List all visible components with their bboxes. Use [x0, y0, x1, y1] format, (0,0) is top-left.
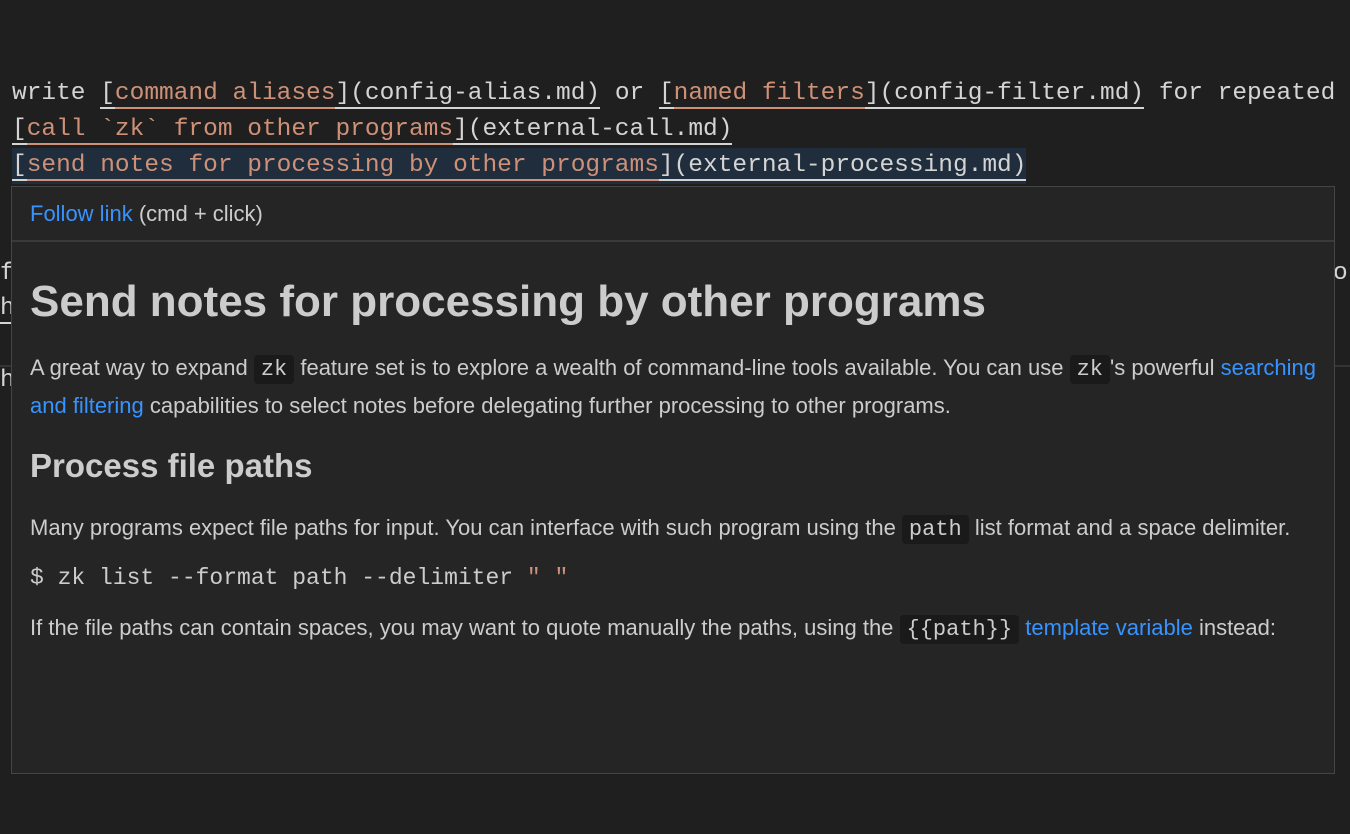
code-block: $ zk list --format path --delimiter " "	[30, 560, 1316, 596]
string-literal: " "	[526, 565, 569, 591]
link-template-variable[interactable]: template variable	[1025, 615, 1193, 640]
inline-code: {{path}}	[899, 615, 1020, 644]
inline-code: zk	[253, 355, 295, 384]
link-target: (config-alias.md)	[350, 80, 601, 107]
paragraph: If the file paths can contain spaces, yo…	[30, 610, 1316, 648]
follow-link-hint: (cmd + click)	[132, 201, 263, 226]
command-text: $ zk list --format path --delimiter	[30, 565, 527, 591]
text: instead:	[1192, 615, 1276, 640]
markdown-link-named-filters[interactable]: [named filters](config-filter.md)	[658, 80, 1145, 109]
hover-header: Follow link (cmd + click)	[12, 187, 1334, 242]
text: for repeated co	[1158, 80, 1350, 107]
link-target: (config-filter.md)	[879, 80, 1145, 107]
text: list format and a space delimiter.	[968, 515, 1291, 540]
text: If the file paths can contain spaces, yo…	[30, 615, 900, 640]
text: write	[12, 80, 101, 107]
editor-line-3-highlighted: [send notes for processing by other prog…	[12, 148, 1027, 184]
markdown-link-external-call[interactable]: [call `zk` from other programs](external…	[12, 116, 733, 145]
inline-code: zk	[1069, 355, 1110, 384]
inline-code: path	[901, 515, 969, 544]
editor-line-2: [call `zk` from other programs](external…	[12, 112, 733, 148]
link-text: send notes for processing by other progr…	[26, 152, 659, 181]
editor-fragment: or	[1333, 260, 1350, 287]
text: or	[600, 80, 659, 107]
link-target: (external-processing.md)	[673, 152, 1027, 179]
text: 's powerful	[1110, 355, 1221, 380]
link-text: call `zk` from other programs	[26, 116, 454, 145]
divider	[1335, 365, 1350, 367]
text: feature set is to explore a wealth of co…	[294, 355, 1070, 380]
text: A great way to expand	[30, 355, 254, 380]
text: Many programs expect file paths for inpu…	[30, 515, 902, 540]
editor-line-1: write [command aliases](config-alias.md)…	[12, 76, 1350, 112]
markdown-link-external-processing[interactable]: [send notes for processing by other prog…	[12, 152, 1027, 181]
link-target: (external-call.md)	[467, 116, 733, 143]
paragraph: A great way to expand zk feature set is …	[30, 350, 1316, 424]
section-heading: Process file paths	[30, 447, 313, 484]
hover-content: Send notes for processing by other progr…	[12, 276, 1334, 648]
link-text: named filters	[673, 80, 865, 109]
doc-title: Send notes for processing by other progr…	[30, 277, 986, 326]
link-hover-popup: Follow link (cmd + click) Send notes for…	[11, 186, 1335, 774]
follow-link[interactable]: Follow link	[30, 201, 133, 226]
paragraph: Many programs expect file paths for inpu…	[30, 510, 1316, 548]
text: capabilities to select notes before dele…	[143, 393, 951, 418]
link-text: command aliases	[114, 80, 336, 109]
markdown-link-command-aliases[interactable]: [command aliases](config-alias.md)	[100, 80, 601, 109]
